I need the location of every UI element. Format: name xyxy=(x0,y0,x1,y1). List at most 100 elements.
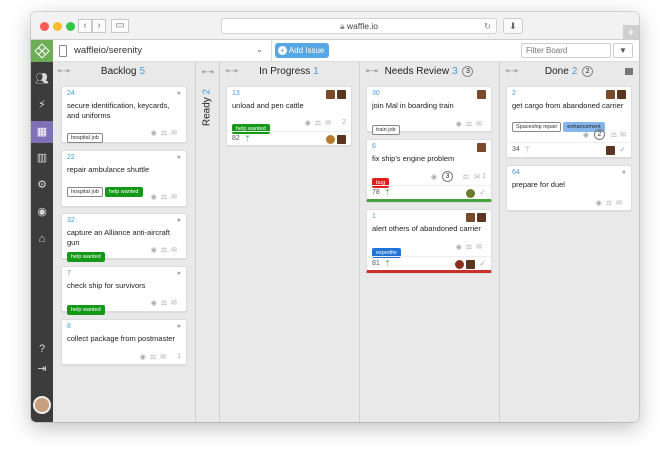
issue-number: 2 xyxy=(512,90,516,97)
new-tab-icon[interactable]: + xyxy=(623,25,639,40)
assignee-avatar xyxy=(477,213,486,222)
close-dot[interactable] xyxy=(40,22,49,31)
expand-icon[interactable]: ⇤⇥ xyxy=(202,68,214,76)
zoom-dot[interactable] xyxy=(66,22,75,31)
filter-funnel-icon[interactable]: ▼ xyxy=(613,43,633,58)
logout-icon[interactable]: ⇥ xyxy=(31,358,53,380)
progress-value: 81 xyxy=(372,260,380,267)
minimize-dot[interactable] xyxy=(53,22,62,31)
back-icon[interactable]: ‹ xyxy=(78,19,92,33)
assignee-avatar xyxy=(606,90,615,99)
label: help wanted xyxy=(67,305,105,315)
repo-name[interactable]: waffleio/serenity xyxy=(74,45,142,56)
branch-icon: ᛘ xyxy=(385,188,390,197)
sidebar-toggle-icon[interactable]: ▭ xyxy=(111,19,129,33)
label: train job xyxy=(372,125,400,135)
issue-number: 64 xyxy=(512,169,520,176)
comment-icon: ✉ xyxy=(620,132,626,139)
assignee-avatar xyxy=(466,260,475,269)
sidebar: 👥︎ ⚡︎ ▦ ▥ ⚙ ◉ ⌂ ? ⇥ xyxy=(31,62,53,422)
card-footer: 34 ᛘ ✓ xyxy=(507,142,631,157)
reload-icon[interactable]: ↻ xyxy=(484,19,491,34)
collapse-icon[interactable]: ⇤⇥ xyxy=(58,62,70,82)
help-icon[interactable]: ? xyxy=(31,338,53,360)
issue-card[interactable]: 8 ● collect package from postmaster ◉⚖✉ … xyxy=(61,319,187,365)
estimate-badge[interactable]: 2 xyxy=(594,129,605,140)
progress-value: 78 xyxy=(372,189,380,196)
issue-title: get cargo from abandoned carrier xyxy=(512,101,624,110)
issue-card[interactable]: 2 get cargo from abandoned carrier Space… xyxy=(506,86,632,158)
issue-card[interactable]: 30 join Mal in boarding train train job … xyxy=(366,86,492,135)
download-icon[interactable]: ⬇ xyxy=(503,18,523,34)
card-icons: ◉⚖✉ xyxy=(150,130,181,137)
lightning-icon[interactable]: ⚡︎ xyxy=(31,94,53,116)
comment-count: 2 xyxy=(342,119,346,126)
issue-number: 6 xyxy=(372,143,376,150)
assignee-avatar xyxy=(477,90,486,99)
column-divider xyxy=(219,62,220,422)
column-header: ⇤⇥ Done 2 2 xyxy=(501,62,637,82)
branch-icon: ᛘ xyxy=(245,134,250,143)
issue-title: unload and pen cattle xyxy=(232,101,304,110)
progress-value: 82 xyxy=(232,135,240,142)
forward-icon[interactable]: › xyxy=(92,19,106,33)
column-header-vertical: Ready 2 xyxy=(202,84,213,132)
github-icon[interactable]: ◉ xyxy=(31,201,53,223)
repo-icon xyxy=(59,45,67,57)
collapse-icon[interactable]: ⇤⇥ xyxy=(226,62,238,82)
assignee-avatar xyxy=(337,135,346,144)
board-icon[interactable]: ▦ xyxy=(31,121,53,143)
user-avatar[interactable] xyxy=(33,396,51,414)
browser-window: ‹ › ▭ 🔒︎ waffle.io ↻ ⬇ + waffleio/sereni… xyxy=(31,12,639,422)
issue-title: collect package from postmaster xyxy=(67,334,175,343)
url-text: waffle.io xyxy=(346,21,378,31)
issue-number: 30 xyxy=(372,90,380,97)
repo-dropdown-icon[interactable]: ⌄ xyxy=(256,45,263,54)
home-icon[interactable]: ⌂ xyxy=(31,228,53,250)
issue-title: fix ship's engine problem xyxy=(372,154,455,163)
issue-card[interactable]: 22 ● repair ambulance shuttle hospital j… xyxy=(61,150,187,207)
github-icon: ◉ xyxy=(582,132,589,139)
github-icon: ◉ xyxy=(430,174,437,181)
issue-card[interactable]: 13 unload and pen cattle help wanted ◉⚖✉… xyxy=(226,86,352,146)
chart-icon[interactable]: ▥ xyxy=(31,147,53,169)
check-icon: ✓ xyxy=(619,145,626,154)
collapse-icon[interactable]: ⇤⇥ xyxy=(366,62,378,82)
issue-number: 1 xyxy=(372,213,376,220)
column-count: 2 xyxy=(201,88,213,95)
issue-card[interactable]: 7 ● check ship for survivors help wanted… xyxy=(61,266,187,315)
column-title: Backlog xyxy=(100,66,137,77)
gear-icon[interactable]: ⚙ xyxy=(31,174,53,196)
unassigned-icon: ● xyxy=(621,169,626,176)
card-icons: ◉⚖✉ xyxy=(455,121,486,128)
estimate-badge[interactable]: 3 xyxy=(442,171,453,182)
label: hospital job xyxy=(67,187,103,197)
column-needs-review: ⇤⇥ Needs Review 3 3 30 join Mal in boardi… xyxy=(361,62,497,422)
issue-number: 24 xyxy=(67,90,75,97)
issue-card[interactable]: 32 ● capture an Alliance anti-aircraft g… xyxy=(61,213,187,262)
url-bar[interactable]: 🔒︎ waffle.io ↻ xyxy=(221,18,497,34)
issue-number: 7 xyxy=(67,270,71,277)
plus-circle-icon: + xyxy=(278,46,287,56)
card-icons: ◉⚖✉ xyxy=(139,354,170,361)
label: Spaceship repair xyxy=(512,122,562,132)
filter-input[interactable] xyxy=(521,43,611,58)
archive-icon[interactable] xyxy=(625,68,633,75)
app-topbar: waffleio/serenity ⌄ + Add Issue ▼ xyxy=(31,40,639,62)
issue-card[interactable]: 64 ● prepare for duel ◉⚖✉ xyxy=(506,165,632,211)
team-icon[interactable]: 👥︎ xyxy=(31,68,53,90)
issue-card[interactable]: 24 ● secure identification, keycards, an… xyxy=(61,86,187,143)
column-limit-badge: 3 xyxy=(462,65,474,77)
collapse-icon[interactable]: ⇤⇥ xyxy=(506,62,518,82)
column-header: ⇤⇥ Needs Review 3 3 xyxy=(361,62,497,82)
issue-card[interactable]: 1 alert others of abandoned carrier expe… xyxy=(366,209,492,273)
issue-card[interactable]: 6 fix ship's engine problem bug ◉ 3 ⚖ ✉ … xyxy=(366,139,492,202)
unassigned-icon: ● xyxy=(176,154,181,161)
column-ready[interactable]: ⇤⇥ Ready 2 xyxy=(197,62,217,422)
assignee-avatar xyxy=(455,260,464,269)
card-icons: ◉⚖✉ xyxy=(304,120,335,127)
add-issue-button[interactable]: + Add Issue xyxy=(275,43,329,58)
waffle-logo-icon[interactable] xyxy=(31,40,53,62)
card-icons: ◉⚖✉ xyxy=(150,300,181,307)
label: hospital job xyxy=(67,133,103,143)
